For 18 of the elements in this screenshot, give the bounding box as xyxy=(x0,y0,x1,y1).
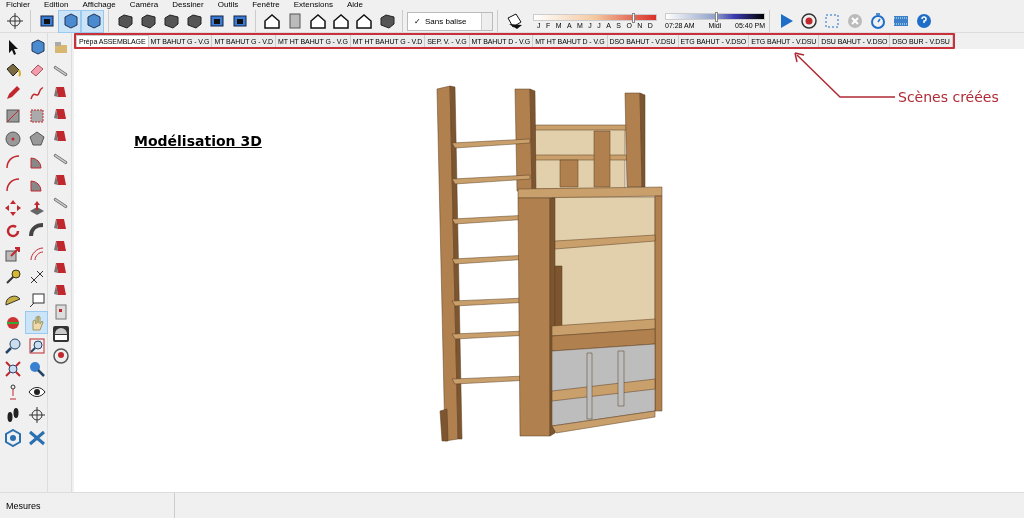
tag-dropdown[interactable]: ✓ Sans balise xyxy=(407,11,493,31)
menu-item[interactable]: Edition xyxy=(44,0,69,10)
date-slider[interactable] xyxy=(533,13,657,21)
menu-item[interactable]: Extensions xyxy=(293,0,333,10)
menu-item[interactable]: Caméra xyxy=(129,0,159,10)
menu-item[interactable]: Dessiner xyxy=(172,0,204,10)
annotation-label: Scènes créées xyxy=(898,89,999,105)
slider-thumb[interactable] xyxy=(715,12,718,22)
menu-item[interactable]: Fenêtre xyxy=(252,0,280,10)
slider-thumb[interactable] xyxy=(631,12,635,23)
component-icon[interactable] xyxy=(58,9,81,33)
time-slider[interactable] xyxy=(665,13,765,20)
menu-item[interactable]: Affichage xyxy=(82,0,116,10)
component-icon[interactable] xyxy=(81,9,104,33)
menu-item[interactable]: Fichier xyxy=(6,0,30,10)
menu-item[interactable]: Outils xyxy=(217,0,239,10)
canvas-title: Modélisation 3D xyxy=(134,133,262,149)
menu-item[interactable]: Aide xyxy=(346,0,363,10)
